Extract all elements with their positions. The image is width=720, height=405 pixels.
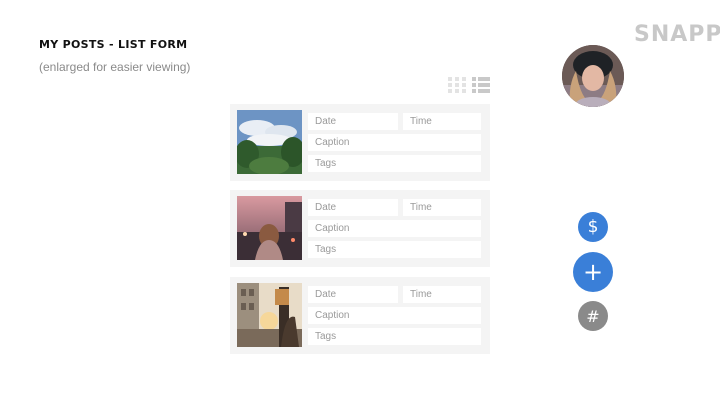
landscape-image xyxy=(237,110,302,174)
grid-view-toggle[interactable] xyxy=(448,76,466,94)
brand-logo: SNAPPY xyxy=(634,22,720,47)
time-field[interactable]: Time xyxy=(403,113,481,130)
street-image xyxy=(237,283,302,347)
list-view-icon xyxy=(472,77,490,93)
tags-field[interactable]: Tags xyxy=(308,328,481,345)
page-subtitle: (enlarged for easier viewing) xyxy=(39,60,191,74)
plus-icon: + xyxy=(582,258,604,286)
post-card[interactable]: Date Time Caption Tags xyxy=(230,190,490,267)
add-post-button[interactable]: + xyxy=(573,252,613,292)
caption-field[interactable]: Caption xyxy=(308,220,481,237)
post-thumbnail[interactable] xyxy=(237,196,302,260)
time-field[interactable]: Time xyxy=(403,199,481,216)
date-field[interactable]: Date xyxy=(308,286,398,303)
post-thumbnail[interactable] xyxy=(237,110,302,174)
caption-field[interactable]: Caption xyxy=(308,134,481,151)
tags-field[interactable]: Tags xyxy=(308,155,481,172)
caption-field[interactable]: Caption xyxy=(308,307,481,324)
page-title: MY POSTS - LIST FORM xyxy=(39,38,188,51)
dollar-icon: $ xyxy=(587,217,599,237)
hashtag-button[interactable]: # xyxy=(578,301,608,331)
date-field[interactable]: Date xyxy=(308,113,398,130)
hashtag-icon: # xyxy=(586,306,600,326)
tags-field[interactable]: Tags xyxy=(308,241,481,258)
user-avatar-image xyxy=(562,45,624,107)
list-view-toggle[interactable] xyxy=(472,76,490,94)
post-card[interactable]: Date Time Caption Tags xyxy=(230,277,490,354)
post-thumbnail[interactable] xyxy=(237,283,302,347)
avatar[interactable] xyxy=(562,45,624,107)
post-card[interactable]: Date Time Caption Tags xyxy=(230,104,490,181)
date-field[interactable]: Date xyxy=(308,199,398,216)
time-field[interactable]: Time xyxy=(403,286,481,303)
dollar-button[interactable]: $ xyxy=(578,212,608,242)
city-woman-image xyxy=(237,196,302,260)
grid-view-icon xyxy=(448,77,466,93)
